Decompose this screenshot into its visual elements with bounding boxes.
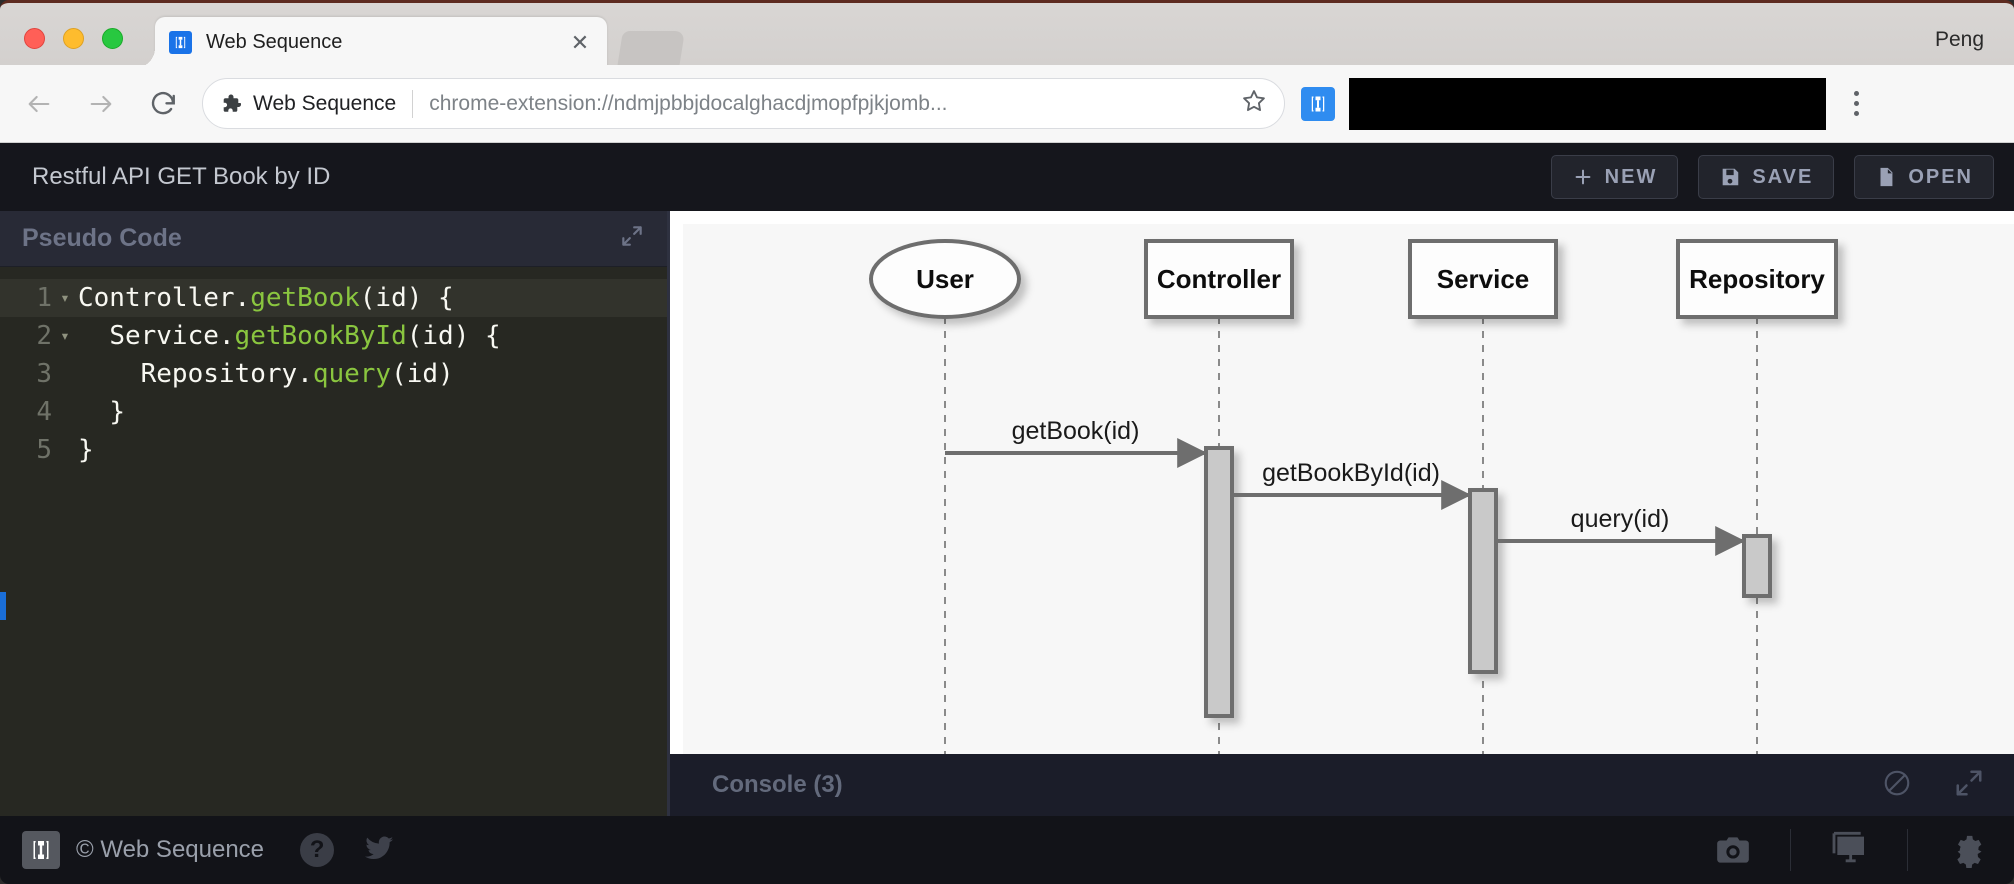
code-line[interactable]: 5 } (0, 431, 667, 469)
participant-user[interactable]: User (869, 239, 1021, 319)
code-line[interactable]: 1 ▾ Controller.getBook(id) { (0, 279, 667, 317)
save-button-label: SAVE (1752, 165, 1814, 188)
gear-icon[interactable] (1946, 830, 1986, 870)
activation-bar-repository[interactable] (1742, 534, 1772, 598)
diagram-canvas-container: getBook(id) getBookById(id) query(id) User… (670, 211, 2014, 754)
code-line[interactable]: 2 ▾ Service.getBookById(id) { (0, 317, 667, 355)
plus-icon (1575, 169, 1591, 185)
code-text: Service.getBookById(id) { (109, 321, 501, 351)
browser-window: Web Sequence ✕ Peng Web Sequence chrome-… (0, 0, 2014, 884)
console-actions (1882, 768, 1984, 803)
tab-title: Web Sequence (206, 31, 343, 53)
document-icon (1880, 167, 1893, 187)
save-button[interactable]: SAVE (1698, 155, 1835, 199)
floppy-disk-icon (1722, 168, 1739, 186)
participant-service[interactable]: Service (1408, 239, 1558, 319)
browser-tab[interactable]: Web Sequence ✕ (135, 17, 607, 68)
gutter-marker (0, 592, 6, 620)
bookmark-star-icon[interactable] (1240, 87, 1268, 120)
brand-label: © Web Sequence (76, 836, 265, 863)
message-user-to-controller[interactable]: getBook(id) (945, 417, 1208, 468)
close-icon[interactable]: ✕ (567, 30, 593, 56)
extension-chip: Web Sequence (219, 92, 396, 116)
url-text[interactable]: chrome-extension://ndmjpbbjdocalghacdjmo… (429, 92, 1232, 116)
line-number: 1 (36, 283, 52, 313)
participant-controller[interactable]: Controller (1144, 239, 1294, 319)
new-tab-ghost[interactable] (617, 31, 685, 68)
fold-toggle-icon[interactable]: ▾ (52, 317, 78, 355)
participant-label: Repository (1689, 264, 1825, 294)
message-label: getBookById(id) (1262, 459, 1440, 487)
code-line[interactable]: 3 Repository.query(id) (0, 355, 667, 393)
message-controller-to-service[interactable]: getBookById(id) (1232, 459, 1472, 510)
code-editor[interactable]: 1 ▾ Controller.getBook(id) { 2 ▾ Service… (0, 267, 667, 469)
monitor-screen-icon[interactable] (1829, 830, 1869, 870)
web-sequence-favicon (169, 31, 192, 54)
code-text: Repository.query(id) (140, 359, 454, 389)
extension-name: Web Sequence (253, 91, 397, 115)
header-actions: NEW SAVE OPEN (1550, 155, 1994, 199)
puzzle-piece-icon (223, 94, 241, 112)
line-number: 4 (36, 397, 52, 427)
message-label: getBook(id) (1012, 417, 1140, 445)
status-divider (1907, 829, 1908, 871)
code-text: } (109, 397, 125, 427)
pseudo-code-title: Pseudo Code (22, 224, 182, 252)
status-divider (1790, 829, 1791, 871)
console-title: Console (3) (712, 771, 843, 798)
profile-name[interactable]: Peng (1935, 28, 1984, 52)
activation-bar-service[interactable] (1468, 488, 1498, 674)
collapse-diagonal-icon[interactable] (619, 223, 645, 254)
status-left-icons: ? (300, 831, 396, 870)
activation-bar-controller[interactable] (1204, 446, 1234, 718)
code-text: } (78, 435, 94, 465)
maximize-window-button[interactable] (102, 28, 123, 49)
fold-toggle-icon[interactable]: ▾ (52, 279, 78, 317)
line-number: 5 (36, 435, 52, 465)
omnibox-divider (412, 89, 414, 118)
status-right-icons (1714, 829, 1986, 871)
camera-icon[interactable] (1714, 831, 1752, 869)
pseudo-code-header: Pseudo Code (0, 211, 667, 267)
three-dot-menu-icon[interactable] (1836, 91, 1876, 116)
browser-toolbar: Web Sequence chrome-extension://ndmjpbbj… (0, 65, 2014, 143)
open-button-label: OPEN (1908, 165, 1973, 188)
status-bar: © Web Sequence ? (0, 816, 2014, 884)
forward-arrow-icon[interactable] (78, 81, 124, 127)
new-button-label: NEW (1604, 165, 1658, 188)
close-window-button[interactable] (24, 28, 45, 49)
question-mark-icon[interactable]: ? (300, 833, 335, 867)
reload-icon[interactable] (140, 81, 186, 127)
new-button[interactable]: NEW (1550, 155, 1679, 199)
sequence-diagram[interactable]: getBook(id) getBookById(id) query(id) User… (683, 224, 2014, 754)
line-number: 3 (36, 359, 52, 389)
window-titlebar: Web Sequence ✕ Peng (0, 0, 2014, 68)
document-title[interactable]: Restful API GET Book by ID (32, 163, 330, 191)
line-number: 2 (36, 321, 52, 351)
participant-repository[interactable]: Repository (1676, 239, 1838, 319)
participant-label: Controller (1157, 264, 1281, 294)
pseudo-code-panel: Pseudo Code 1 ▾ Controller.getBook(id) {… (0, 211, 670, 816)
redacted-toolbar-region (1349, 77, 1826, 130)
console-bar[interactable]: Console (3) (670, 754, 2014, 816)
sequence-diagram-svg: getBook(id) getBookById(id) query(id) User… (869, 239, 1838, 754)
twitter-bird-icon[interactable] (362, 831, 396, 870)
web-sequence-extension-button[interactable] (1301, 86, 1335, 121)
web-sequence-logo (22, 831, 60, 869)
brand: © Web Sequence (22, 831, 264, 869)
expand-diagonal-icon[interactable] (1954, 768, 1984, 803)
message-service-to-repository[interactable]: query(id) (1496, 505, 1746, 556)
participant-label: User (916, 264, 974, 294)
traffic-lights (24, 28, 123, 49)
code-text: Controller.getBook(id) { (78, 283, 454, 313)
message-label: query(id) (1571, 505, 1670, 533)
back-arrow-icon[interactable] (16, 81, 62, 127)
app-header: Restful API GET Book by ID NEW SAVE OPEN (0, 143, 2014, 211)
participant-label: Service (1437, 264, 1530, 294)
clear-circle-slash-icon[interactable] (1882, 768, 1912, 803)
address-bar[interactable]: Web Sequence chrome-extension://ndmjpbbj… (202, 78, 1285, 129)
code-line[interactable]: 4 } (0, 393, 667, 431)
open-button[interactable]: OPEN (1854, 155, 1994, 199)
minimize-window-button[interactable] (63, 28, 84, 49)
